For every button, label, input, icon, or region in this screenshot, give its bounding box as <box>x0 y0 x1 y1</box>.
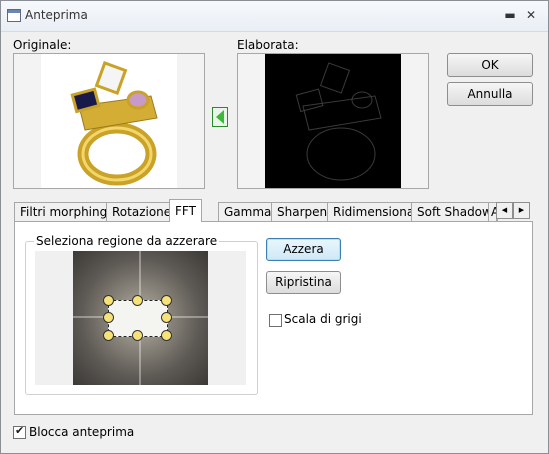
tab-fft[interactable]: FFT <box>169 199 202 222</box>
grayscale-label: Scala di grigi <box>284 312 362 326</box>
tab-soft-shadow[interactable]: Soft Shadow <box>411 202 498 221</box>
lock-preview-checkbox[interactable]: ✔ <box>13 424 26 439</box>
preview-dialog: Anteprima ▬ ✕ Originale: Elaborata: OK A… <box>0 0 549 454</box>
selection-handle-right[interactable] <box>161 312 172 323</box>
tab-rotazione[interactable]: Rotazione <box>106 202 178 221</box>
tab-filtri-morphing[interactable]: Filtri morphing <box>14 202 114 221</box>
ring-fft-image <box>295 62 382 181</box>
selection-handle-top[interactable] <box>132 295 143 306</box>
tab-ridimensiona[interactable]: Ridimensiona <box>327 202 421 221</box>
copy-arrow-button[interactable] <box>212 107 228 127</box>
original-preview-panel <box>13 53 205 189</box>
selection-handle-left[interactable] <box>103 312 114 323</box>
original-label: Originale: <box>13 38 72 52</box>
cancel-button[interactable]: Annulla <box>447 82 533 106</box>
lock-preview-label: Blocca anteprima <box>29 425 135 439</box>
app-icon <box>7 9 21 22</box>
checkmark-icon: ✔ <box>15 424 25 437</box>
selection-handle-bottom-right[interactable] <box>161 330 172 341</box>
fft-spectrum-image[interactable] <box>73 251 208 385</box>
tab-scroll-left-button[interactable]: ◀ <box>496 202 513 219</box>
selection-handle-bottom-left[interactable] <box>103 330 114 341</box>
fft-region-legend: Seleziona regione da azzerare <box>34 234 220 248</box>
restore-button[interactable]: Ripristina <box>266 271 341 294</box>
tab-gamma[interactable]: Gamma <box>218 202 278 221</box>
fft-canvas-area <box>35 251 246 385</box>
selection-handle-top-left[interactable] <box>103 295 114 306</box>
selection-handle-top-right[interactable] <box>161 295 172 306</box>
tab-sharpen[interactable]: Sharpen <box>271 202 334 221</box>
close-button[interactable]: ✕ <box>523 7 539 23</box>
title-bar: Anteprima ▬ ✕ <box>1 1 548 32</box>
ok-button[interactable]: OK <box>447 53 533 77</box>
selection-handle-bottom[interactable] <box>132 330 143 341</box>
fft-region-groupbox <box>25 241 258 395</box>
ring-image <box>70 61 158 186</box>
tab-scroll-right-button[interactable]: ▶ <box>513 202 530 219</box>
processed-preview-panel <box>237 53 429 189</box>
processed-label: Elaborata: <box>237 38 299 52</box>
reset-region-button[interactable]: Azzera <box>266 238 341 261</box>
processed-image <box>265 54 401 188</box>
original-image <box>41 54 177 188</box>
minimize-button[interactable]: ▬ <box>502 7 518 23</box>
left-arrow-icon <box>216 110 224 124</box>
grayscale-checkbox[interactable] <box>269 314 282 327</box>
window-title: Anteprima <box>25 8 88 22</box>
